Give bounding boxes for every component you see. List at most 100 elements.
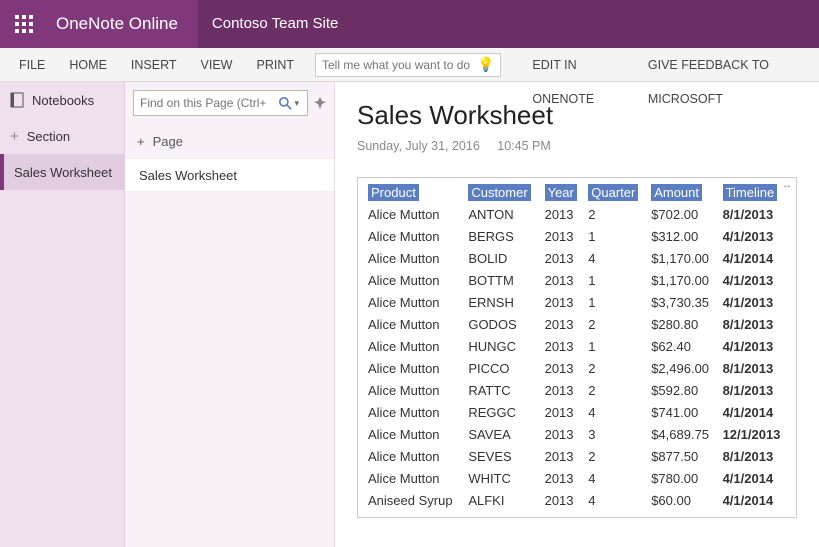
table-row[interactable]: Alice MuttonREGGC20134$741.004/1/2014 [364,401,790,423]
table-cell[interactable]: Alice Mutton [364,379,464,401]
table-cell[interactable]: RATTC [464,379,540,401]
table-cell[interactable]: 12/1/2013 [719,423,790,445]
table-row[interactable]: Alice MuttonRATTC20132$592.808/1/2013 [364,379,790,401]
page-title[interactable]: Sales Worksheet [357,100,797,131]
add-section-button[interactable]: + Section [0,118,124,154]
table-cell[interactable]: $592.80 [647,379,718,401]
table-cell[interactable]: HUNGC [464,335,540,357]
table-cell[interactable]: 2013 [541,489,585,511]
table-cell[interactable]: BOLID [464,247,540,269]
col-quarter[interactable]: Quarter [588,184,638,201]
add-page-button[interactable]: + Page [125,124,334,158]
table-cell[interactable]: 8/1/2013 [719,379,790,401]
edit-in-onenote-button[interactable]: EDIT IN ONENOTE [521,48,626,82]
table-cell[interactable]: Alice Mutton [364,225,464,247]
page-content[interactable]: Sales Worksheet Sunday, July 31, 2016 10… [335,82,819,547]
table-cell[interactable]: $877.50 [647,445,718,467]
table-cell[interactable]: $280.80 [647,313,718,335]
table-cell[interactable]: $312.00 [647,225,718,247]
table-cell[interactable]: Alice Mutton [364,357,464,379]
app-name[interactable]: OneNote Online [48,14,198,34]
tab-home[interactable]: HOME [58,48,118,82]
table-cell[interactable]: ANTON [464,203,540,225]
table-cell[interactable]: 2013 [541,423,585,445]
table-row[interactable]: Alice MuttonSAVEA20133$4,689.7512/1/2013 [364,423,790,445]
table-cell[interactable]: Alice Mutton [364,313,464,335]
table-row[interactable]: Aniseed SyrupALFKI20134$60.004/1/2014 [364,489,790,511]
table-cell[interactable]: 1 [584,225,647,247]
table-row[interactable]: Alice MuttonBERGS20131$312.004/1/2013 [364,225,790,247]
table-cell[interactable]: 4/1/2014 [719,489,790,511]
table-cell[interactable]: PICCO [464,357,540,379]
table-cell[interactable]: $741.00 [647,401,718,423]
table-cell[interactable]: 2013 [541,467,585,489]
table-row[interactable]: Alice MuttonGODOS20132$280.808/1/2013 [364,313,790,335]
table-cell[interactable]: 4/1/2013 [719,225,790,247]
tab-insert[interactable]: INSERT [120,48,188,82]
table-cell[interactable]: 1 [584,269,647,291]
table-cell[interactable]: 4 [584,467,647,489]
table-cell[interactable]: 2013 [541,379,585,401]
table-cell[interactable]: 2013 [541,357,585,379]
table-row[interactable]: Alice MuttonBOLID20134$1,170.004/1/2014 [364,247,790,269]
col-customer[interactable]: Customer [468,184,530,201]
notebooks-button[interactable]: Notebooks [0,82,124,118]
table-cell[interactable]: $4,689.75 [647,423,718,445]
table-cell[interactable]: Alice Mutton [364,445,464,467]
table-cell[interactable]: 8/1/2013 [719,445,790,467]
table-cell[interactable]: 2013 [541,225,585,247]
chevron-down-icon[interactable]: ▾ [292,98,301,109]
table-cell[interactable]: $1,170.00 [647,269,718,291]
table-cell[interactable]: 8/1/2013 [719,357,790,379]
table-cell[interactable]: $1,170.00 [647,247,718,269]
table-cell[interactable]: 2013 [541,401,585,423]
find-input[interactable] [140,96,279,110]
table-cell[interactable]: GODOS [464,313,540,335]
table-cell[interactable]: 4/1/2013 [719,335,790,357]
col-product[interactable]: Product [368,184,419,201]
table-cell[interactable]: 2013 [541,203,585,225]
give-feedback-button[interactable]: GIVE FEEDBACK TO MICROSOFT [637,48,811,82]
table-cell[interactable]: 2 [584,203,647,225]
table-row[interactable]: Alice MuttonSEVES20132$877.508/1/2013 [364,445,790,467]
table-cell[interactable]: WHITC [464,467,540,489]
table-cell[interactable]: Aniseed Syrup [364,489,464,511]
table-cell[interactable]: Alice Mutton [364,335,464,357]
table-cell[interactable]: SAVEA [464,423,540,445]
table-cell[interactable]: Alice Mutton [364,423,464,445]
tab-view[interactable]: VIEW [190,48,244,82]
table-cell[interactable]: $62.40 [647,335,718,357]
table-cell[interactable]: Alice Mutton [364,203,464,225]
table-cell[interactable]: Alice Mutton [364,247,464,269]
table-cell[interactable]: 1 [584,335,647,357]
table-row[interactable]: Alice MuttonBOTTM20131$1,170.004/1/2013 [364,269,790,291]
table-cell[interactable]: $780.00 [647,467,718,489]
table-cell[interactable]: SEVES [464,445,540,467]
table-cell[interactable]: 2 [584,445,647,467]
table-cell[interactable]: 4 [584,489,647,511]
table-cell[interactable]: ALFKI [464,489,540,511]
table-cell[interactable]: 2 [584,313,647,335]
site-name[interactable]: Contoso Team Site [198,0,819,48]
table-cell[interactable]: 4/1/2013 [719,269,790,291]
table-cell[interactable]: 2 [584,379,647,401]
tell-me-box[interactable]: 💡 [315,53,501,77]
table-cell[interactable]: 2013 [541,335,585,357]
table-cell[interactable]: 8/1/2013 [719,313,790,335]
table-cell[interactable]: 4/1/2014 [719,467,790,489]
table-cell[interactable]: BOTTM [464,269,540,291]
table-cell[interactable]: 1 [584,291,647,313]
table-row[interactable]: Alice MuttonHUNGC20131$62.404/1/2013 [364,335,790,357]
table-cell[interactable]: 2013 [541,247,585,269]
table-cell[interactable]: ERNSH [464,291,540,313]
table-cell[interactable]: 2 [584,357,647,379]
table-row[interactable]: Alice MuttonWHITC20134$780.004/1/2014 [364,467,790,489]
table-cell[interactable]: 4/1/2014 [719,401,790,423]
tell-me-input[interactable] [322,58,477,72]
table-cell[interactable]: $2,496.00 [647,357,718,379]
table-cell[interactable]: 4 [584,247,647,269]
table-cell[interactable]: 4/1/2014 [719,247,790,269]
table-cell[interactable]: 2013 [541,291,585,313]
col-amount[interactable]: Amount [651,184,702,201]
table-cell[interactable]: Alice Mutton [364,401,464,423]
